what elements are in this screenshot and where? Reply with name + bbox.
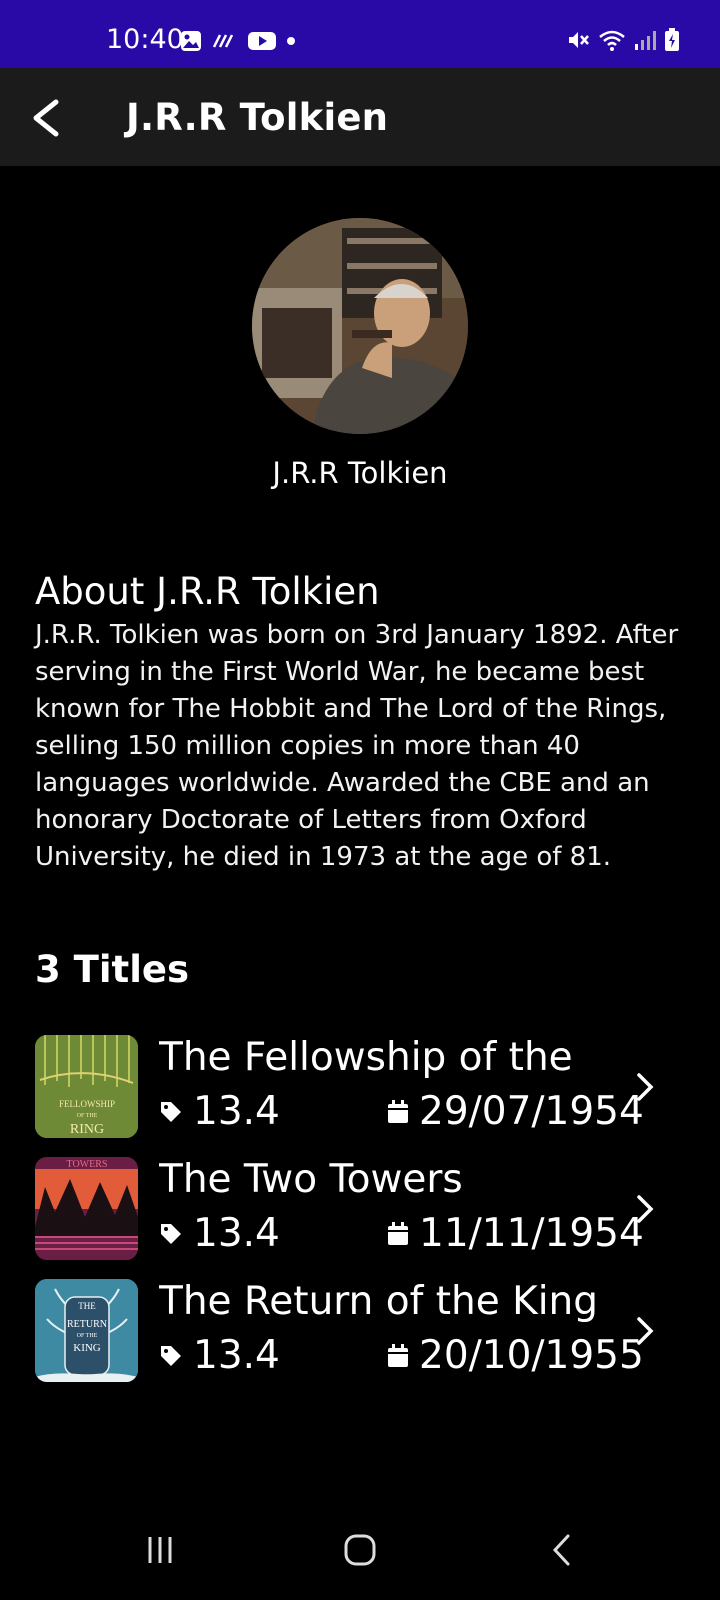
home-button[interactable] bbox=[330, 1528, 390, 1572]
tag-icon bbox=[161, 1223, 181, 1244]
back-button[interactable] bbox=[20, 92, 72, 144]
back-icon bbox=[552, 1534, 570, 1566]
book-price-value: 13.4 bbox=[193, 1089, 280, 1134]
titles-heading: 3 Titles bbox=[35, 948, 190, 991]
back-nav-button[interactable] bbox=[532, 1528, 592, 1572]
cover-text: RING bbox=[70, 1122, 104, 1137]
book-date: 20/10/1955 bbox=[387, 1333, 644, 1378]
page-title: J.R.R Tolkien bbox=[126, 96, 389, 139]
book-row[interactable]: THE RETURN OF THE KING The Return of the… bbox=[35, 1279, 660, 1383]
book-date-value: 11/11/1954 bbox=[419, 1211, 644, 1256]
missed-call-icon bbox=[212, 34, 234, 48]
cover-text: OF THE bbox=[77, 1113, 98, 1119]
status-right-icons bbox=[566, 28, 680, 52]
about-body: J.R.R. Tolkien was born on 3rd January 1… bbox=[35, 620, 679, 872]
recents-button[interactable] bbox=[130, 1528, 190, 1572]
book-title: The Return of the King bbox=[159, 1279, 599, 1324]
book-row[interactable]: FELLOWSHIP OF THE RING The Fellowship of… bbox=[35, 1035, 660, 1139]
calendar-icon bbox=[388, 1099, 408, 1123]
nav-bar bbox=[0, 1500, 720, 1600]
tag-icon bbox=[161, 1101, 181, 1122]
cover-text: FELLOWSHIP bbox=[59, 1099, 115, 1109]
book-date: 29/07/1954 bbox=[387, 1089, 644, 1134]
book-cover: THE RETURN OF THE KING bbox=[35, 1279, 138, 1382]
book-price-value: 13.4 bbox=[193, 1211, 280, 1256]
chevron-right-icon bbox=[637, 1195, 654, 1223]
book-price: 13.4 bbox=[159, 1333, 280, 1378]
youtube-icon bbox=[248, 32, 276, 50]
home-icon bbox=[344, 1534, 376, 1566]
cover-text: KING bbox=[73, 1342, 101, 1354]
status-bar: 10:40 bbox=[0, 0, 720, 68]
calendar-icon bbox=[388, 1221, 408, 1245]
book-cover: FELLOWSHIP OF THE RING bbox=[35, 1035, 138, 1138]
status-left-icons bbox=[180, 30, 296, 52]
status-time: 10:40 bbox=[106, 24, 184, 55]
app-bar: J.R.R Tolkien bbox=[0, 68, 720, 166]
book-price: 13.4 bbox=[159, 1089, 280, 1134]
book-title: The Fellowship of the bbox=[159, 1035, 573, 1080]
cover-text: TOWERS bbox=[67, 1159, 108, 1170]
image-icon bbox=[181, 31, 201, 51]
author-avatar bbox=[252, 218, 468, 434]
cover-text: OF THE bbox=[77, 1333, 98, 1339]
book-date-value: 20/10/1955 bbox=[419, 1333, 644, 1378]
battery-charging-icon bbox=[665, 28, 679, 51]
book-price: 13.4 bbox=[159, 1211, 280, 1256]
recents-icon bbox=[148, 1537, 172, 1563]
cover-text: THE bbox=[78, 1301, 96, 1311]
book-price-value: 13.4 bbox=[193, 1333, 280, 1378]
wifi-icon bbox=[599, 30, 625, 51]
arrow-back-icon bbox=[33, 99, 59, 137]
book-date: 11/11/1954 bbox=[387, 1211, 644, 1256]
dot-icon bbox=[287, 37, 295, 45]
author-name: J.R.R Tolkien bbox=[272, 456, 448, 490]
book-date-value: 29/07/1954 bbox=[419, 1089, 644, 1134]
signal-icon bbox=[635, 31, 656, 50]
cover-text: RETURN bbox=[67, 1319, 107, 1330]
mute-icon bbox=[569, 32, 589, 48]
tag-icon bbox=[161, 1345, 181, 1366]
book-title: The Two Towers bbox=[159, 1157, 463, 1202]
chevron-right-icon bbox=[637, 1317, 654, 1345]
book-cover: TOWERS bbox=[35, 1157, 138, 1260]
calendar-icon bbox=[388, 1343, 408, 1367]
book-row[interactable]: TOWERS The Two Towers 13.4 11/11/1954 bbox=[35, 1157, 660, 1261]
chevron-right-icon bbox=[637, 1073, 654, 1101]
about-heading: About J.R.R Tolkien bbox=[35, 570, 380, 613]
